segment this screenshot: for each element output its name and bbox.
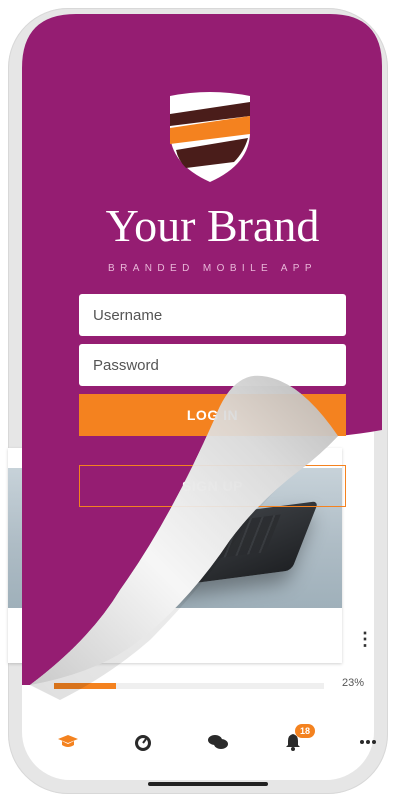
password-field[interactable] <box>79 344 346 386</box>
login-button[interactable]: LOG IN <box>79 394 346 436</box>
shield-logo-icon <box>170 92 250 182</box>
brand-title: Your Brand <box>105 200 320 251</box>
login-screen: Your Brand BRANDED MOBILE APP LOG IN SIG… <box>0 0 394 802</box>
username-field[interactable] <box>79 294 346 336</box>
signup-button[interactable]: SIGN UP <box>79 465 346 507</box>
brand-subtitle: BRANDED MOBILE APP <box>108 263 317 274</box>
